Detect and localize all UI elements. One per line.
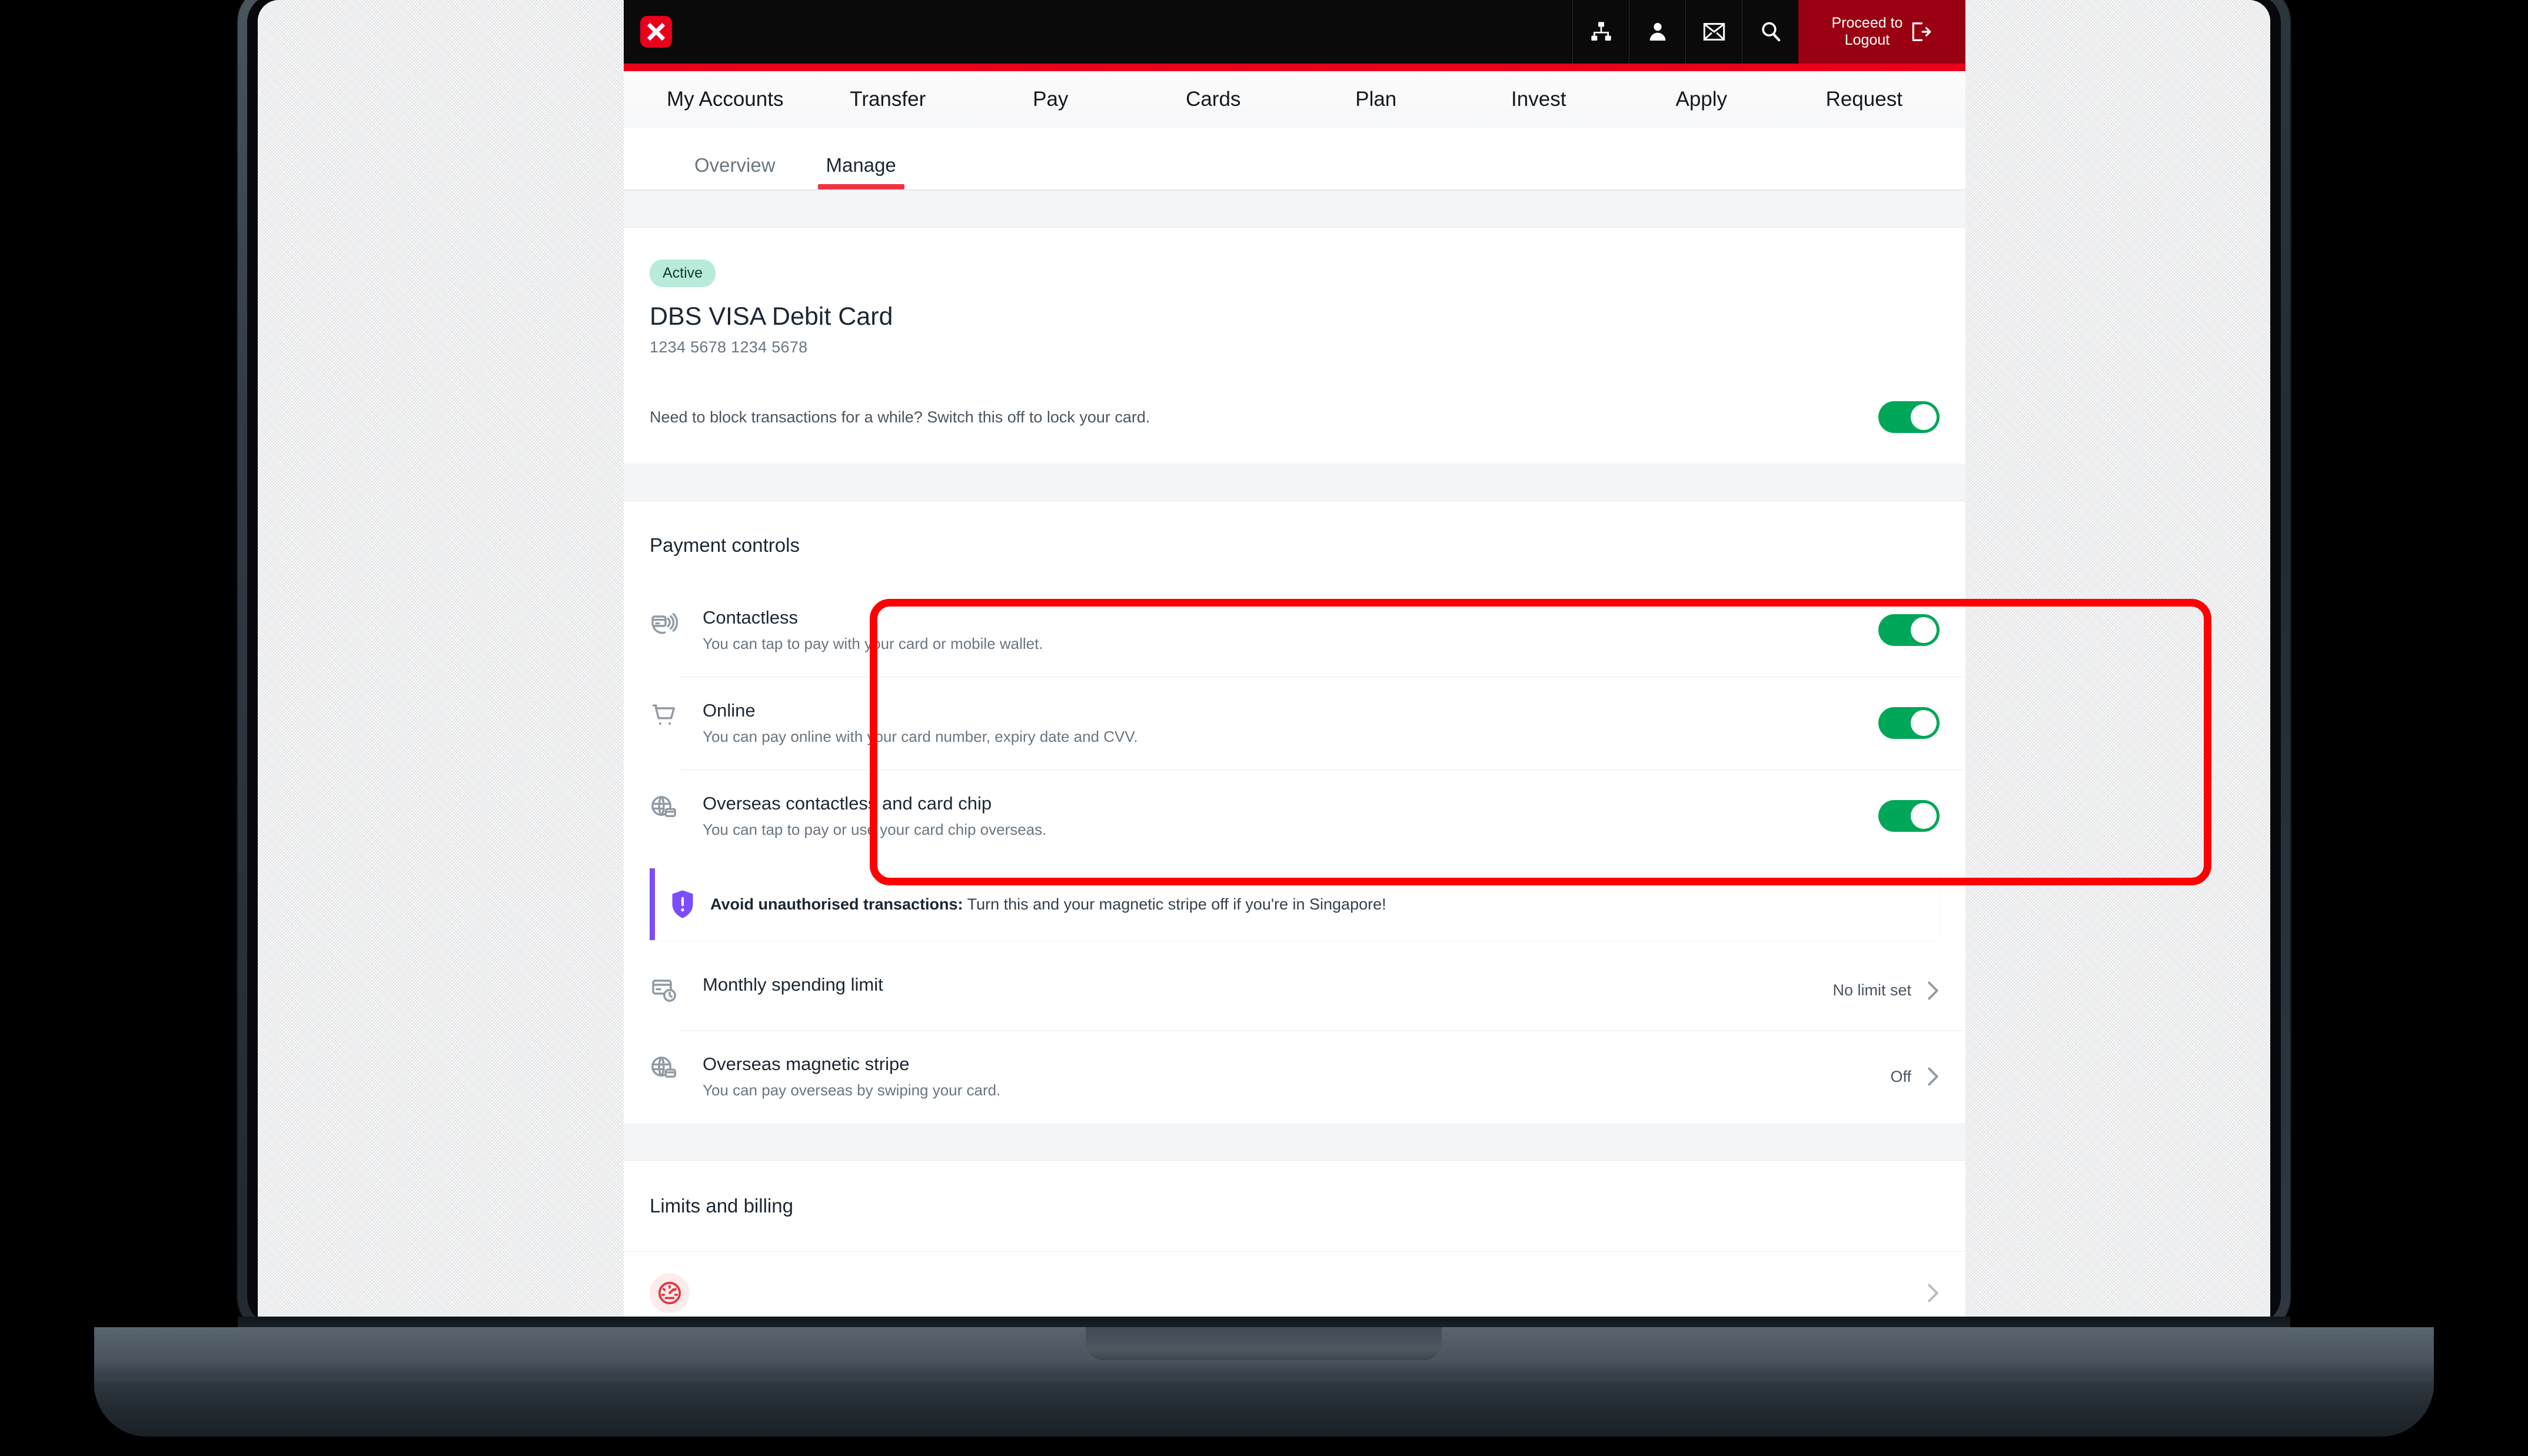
control-body: Overseas magnetic stripe You can pay ove… (703, 1054, 1890, 1100)
card-summary-section: Active DBS VISA Debit Card 1234 5678 123… (624, 228, 1965, 464)
limits-and-billing-heading: Limits and billing (650, 1195, 793, 1217)
control-title: Overseas contactless and card chip (703, 793, 992, 814)
envelope-icon[interactable] (1685, 0, 1742, 64)
nav-item-plan[interactable]: Plan (1295, 88, 1458, 111)
logout-label: Proceed to Logout (1831, 15, 1903, 48)
chevron-right-icon (1927, 1283, 1940, 1303)
payment-controls-heading: Payment controls (650, 534, 800, 556)
contactless-card-icon (650, 608, 683, 639)
logout-exit-icon (1912, 22, 1931, 41)
contactless-toggle[interactable] (1878, 614, 1940, 646)
overseas-magnetic-stripe-value: Off (1890, 1067, 1911, 1085)
link-row-overseas-magnetic-stripe[interactable]: Overseas magnetic stripe You can pay ove… (624, 1030, 1965, 1123)
control-body: Monthly spending limit (703, 974, 1832, 995)
nav-item-my-accounts[interactable]: My Accounts (644, 88, 807, 111)
tab-manage[interactable]: Manage (817, 154, 905, 189)
control-title: Overseas magnetic stripe (703, 1054, 910, 1074)
unauthorised-transactions-alert: Avoid unauthorised transactions: Turn th… (650, 868, 1940, 940)
laptop-mockup: Proceed to Logout My Accounts Transfer P… (0, 0, 2528, 1456)
status-badge: Active (650, 259, 716, 287)
lock-card-row: Need to block transactions for a while? … (624, 384, 1965, 464)
globe-card-icon (650, 1055, 683, 1086)
nav-item-invest[interactable]: Invest (1458, 88, 1621, 111)
payment-control-row-overseas-contactless: Overseas contactless and card chip You c… (624, 769, 1965, 862)
nav-item-request[interactable]: Request (1783, 88, 1946, 111)
top-utility-bar: Proceed to Logout (624, 0, 1965, 64)
topbar-icon-group: Proceed to Logout (1572, 0, 1965, 64)
laptop-base-lip (94, 1381, 2434, 1437)
payment-control-row-online: Online You can pay online with your card… (624, 677, 1965, 769)
online-toggle[interactable] (1878, 707, 1940, 739)
alert-normal-text: Turn this and your magnetic stripe off i… (963, 895, 1386, 913)
nav-item-pay[interactable]: Pay (969, 88, 1132, 111)
scroll-gap-top (624, 190, 1965, 228)
section-divider-band-2 (624, 1123, 1965, 1161)
control-subtitle: You can pay online with your card number… (703, 728, 1138, 745)
lock-card-text: Need to block transactions for a while? … (650, 408, 1150, 426)
lock-card-toggle[interactable] (1878, 401, 1940, 433)
nav-item-apply[interactable]: Apply (1620, 88, 1783, 111)
control-subtitle: You can tap to pay with your card or mob… (703, 635, 1043, 652)
monthly-limit-value: No limit set (1832, 981, 1911, 999)
control-right (1878, 614, 1940, 646)
control-body: Overseas contactless and card chip You c… (703, 793, 1878, 839)
overseas-contactless-toggle[interactable] (1878, 800, 1940, 832)
control-subtitle: You can tap to pay or use your card chip… (703, 821, 1047, 838)
search-icon[interactable] (1742, 0, 1798, 64)
control-right (1878, 800, 1940, 832)
chevron-right-icon (1927, 981, 1940, 1001)
browser-page: Proceed to Logout My Accounts Transfer P… (624, 0, 1965, 1328)
person-icon[interactable] (1629, 0, 1685, 64)
main-navigation: My Accounts Transfer Pay Cards Plan Inve… (624, 71, 1965, 128)
laptop-screen: Proceed to Logout My Accounts Transfer P… (258, 0, 2270, 1328)
card-title: DBS VISA Debit Card (650, 302, 893, 331)
toggle-knob (1911, 617, 1937, 643)
shield-alert-icon (670, 888, 695, 920)
proceed-to-logout-button[interactable]: Proceed to Logout (1798, 0, 1965, 64)
nav-item-cards[interactable]: Cards (1132, 88, 1295, 111)
section-divider-band (624, 464, 1965, 501)
card-clock-icon (650, 975, 683, 1007)
nav-item-transfer[interactable]: Transfer (807, 88, 970, 111)
sitemap-icon[interactable] (1572, 0, 1629, 64)
control-body: Online You can pay online with your card… (703, 700, 1878, 746)
control-right: No limit set (1832, 981, 1940, 1001)
control-title: Monthly spending limit (703, 974, 883, 995)
card-header: Active DBS VISA Debit Card 1234 5678 123… (624, 228, 1965, 384)
control-subtitle: You can pay overseas by swiping your car… (703, 1081, 1001, 1099)
laptop-base-notch (1086, 1327, 1442, 1360)
tab-overview[interactable]: Overview (686, 154, 784, 189)
alert-text: Avoid unauthorised transactions: Turn th… (710, 895, 1386, 914)
alert-wrapper: Avoid unauthorised transactions: Turn th… (624, 862, 1965, 951)
payment-control-row-contactless: Contactless You can tap to pay with your… (624, 584, 1965, 677)
payment-controls-section: Payment controls Contactless You can tap… (624, 501, 1965, 1123)
globe-card-icon (650, 794, 683, 825)
alert-bold-text: Avoid unauthorised transactions: (710, 895, 963, 913)
link-row-monthly-spending-limit[interactable]: Monthly spending limit No limit set (624, 951, 1965, 1030)
control-title: Contactless (703, 607, 798, 628)
toggle-knob (1911, 803, 1937, 829)
control-body: Contactless You can tap to pay with your… (703, 607, 1878, 653)
dbs-logo[interactable] (640, 16, 672, 48)
toggle-knob (1911, 710, 1937, 736)
limits-and-billing-section: Limits and billing (624, 1161, 1965, 1328)
speedometer-icon (650, 1273, 690, 1313)
sub-tabs: Overview Manage (624, 128, 1965, 190)
control-title: Online (703, 700, 756, 721)
chevron-right-icon (1927, 1067, 1940, 1087)
toggle-knob (1911, 404, 1937, 430)
shopping-cart-icon (650, 701, 683, 732)
control-right: Off (1890, 1067, 1940, 1087)
brand-red-strip (624, 64, 1965, 71)
control-right (1878, 707, 1940, 739)
card-number: 1234 5678 1234 5678 (650, 338, 808, 356)
